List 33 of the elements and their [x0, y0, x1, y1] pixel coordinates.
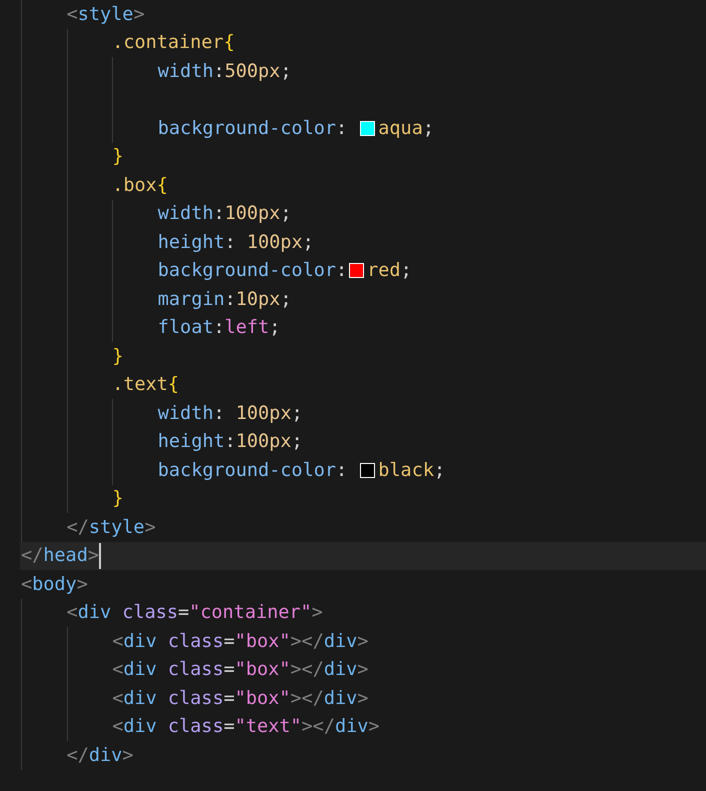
code-text: <div class="text"></div>	[112, 716, 380, 738]
code-text: width:100px;	[158, 203, 292, 224]
code-text: float:left;	[158, 317, 280, 338]
code-text: background-color:	[158, 260, 348, 282]
code-text: margin:10px;	[158, 288, 292, 310]
code-text: </head>	[21, 545, 99, 566]
code-text: <body>	[21, 574, 88, 595]
code-text: <div class="box"></div>	[112, 630, 368, 652]
code-text: </div>	[66, 744, 134, 766]
code-text: black;	[378, 460, 446, 481]
color-swatch-icon[interactable]	[360, 462, 376, 478]
code-text: <style>	[66, 4, 145, 25]
code-text: aqua;	[378, 118, 434, 139]
code-text: <div class="box"></div>	[112, 659, 368, 680]
code-text: red;	[367, 260, 412, 282]
color-swatch-icon[interactable]	[349, 263, 364, 278]
code-text: background-color:	[158, 118, 348, 139]
code-text: }	[112, 346, 124, 367]
code-text: width:500px;	[158, 60, 292, 82]
code-text: </style>	[66, 516, 156, 538]
text-cursor	[98, 542, 101, 569]
code-text: <div class="box"></div>	[112, 688, 368, 709]
code-text: background-color:	[158, 460, 348, 481]
code-text: <div class="container">	[66, 602, 323, 624]
code-text: }	[112, 488, 124, 510]
code-text: .container{	[112, 32, 235, 54]
code-text: width: 100px;	[158, 402, 303, 424]
code-text: .box{	[112, 174, 168, 196]
code-text: .text{	[112, 374, 180, 396]
code-text: height: 100px;	[158, 232, 314, 253]
color-swatch-icon[interactable]	[360, 120, 376, 136]
code-text: height:100px;	[158, 431, 303, 452]
code-text: }	[112, 146, 124, 168]
